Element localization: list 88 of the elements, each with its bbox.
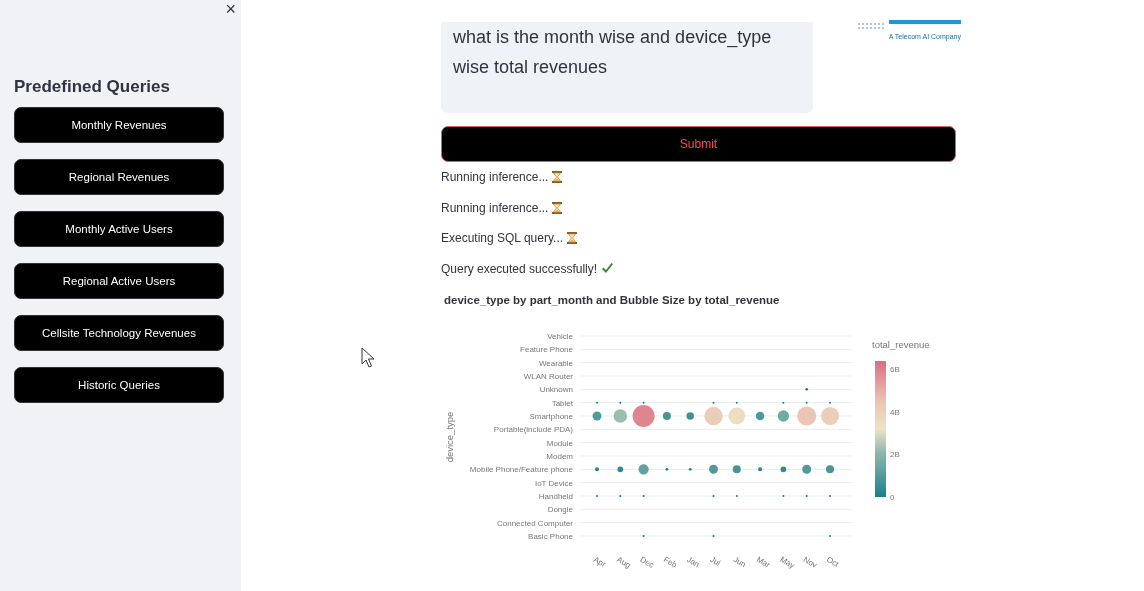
axis-label: Jun <box>731 554 748 570</box>
axis-label: Unknown <box>539 385 573 395</box>
check-icon <box>601 263 615 275</box>
bubble <box>820 406 840 426</box>
status-text: Query executed successfully! <box>441 261 598 276</box>
axis-label: Feature Phone <box>520 345 573 355</box>
bubble <box>595 467 599 472</box>
axis-label: Feb <box>661 554 679 570</box>
axis-label: IoT Device <box>534 478 573 488</box>
submit-button[interactable]: Submit <box>441 126 956 162</box>
bubble <box>802 464 812 474</box>
bubble <box>826 465 834 474</box>
axis-label: Handheld <box>538 491 573 501</box>
bubble <box>782 494 785 497</box>
status-text: Executing SQL query... <box>441 231 564 246</box>
bubble <box>735 494 738 497</box>
bubble <box>712 534 715 537</box>
axis-label: Connected Computer <box>496 518 573 528</box>
axis-label: Mobile Phone/Feature phone <box>469 465 573 475</box>
chart-title: device_type by part_month and Bubble Size by total_revenue <box>444 294 781 306</box>
bubble <box>712 494 715 497</box>
bubble <box>704 406 723 426</box>
bubble <box>805 401 808 404</box>
axis-label: Oct <box>825 554 841 569</box>
colorbar-label: 4B <box>890 407 900 417</box>
status-text: Running inference... <box>441 170 549 185</box>
hourglass-icon <box>552 201 563 214</box>
bubble <box>662 411 671 420</box>
colorbar-title: total_revenue <box>872 339 930 350</box>
axis-label: May <box>778 554 796 570</box>
bubble <box>758 467 763 472</box>
bubble <box>805 387 809 391</box>
axis-label: Aug <box>615 554 633 570</box>
axis-label: Basic Phone <box>528 531 573 541</box>
bubble <box>619 401 622 404</box>
axis-title: device_type <box>444 411 455 463</box>
query-input[interactable]: what is the month wise and device_type wise total revenues <box>441 22 813 113</box>
axis-label: Nov <box>801 554 819 570</box>
axis-label: Jul <box>708 554 722 568</box>
bubble <box>688 467 692 471</box>
colorbar-label: 6B <box>890 365 900 374</box>
status-text: Running inference... <box>441 200 549 215</box>
axis-label: Vehicle <box>547 332 573 341</box>
bubble <box>686 412 694 420</box>
bubble <box>728 407 746 425</box>
bubble <box>797 406 817 426</box>
bubble <box>709 464 718 474</box>
hourglass-icon <box>552 171 563 184</box>
axis-label: Modem <box>546 451 573 461</box>
bubble <box>642 534 645 537</box>
axis-label: Module <box>546 438 573 448</box>
cursor-icon <box>361 347 375 369</box>
query-button[interactable]: Cellsite Technology Revenues <box>14 315 224 351</box>
axis-label: Dongle <box>547 505 573 515</box>
axis-label: Mar <box>755 554 772 570</box>
bubble <box>613 409 628 423</box>
colorbar-label: 2B <box>890 450 900 460</box>
bubble <box>735 401 738 404</box>
bubble <box>665 467 669 471</box>
bubble <box>755 411 765 421</box>
logo-icon <box>857 20 961 32</box>
axis-label: Wearable <box>538 358 573 368</box>
axis-label: Smartphone <box>529 412 573 421</box>
axis-label: WLAN Router <box>523 372 573 381</box>
query-button[interactable]: Monthly Active Users <box>14 211 224 247</box>
axis-label: Portable(include PDA) <box>493 425 573 435</box>
close-button[interactable]: × <box>225 0 236 18</box>
bubble <box>619 494 622 497</box>
query-button[interactable]: Historic Queries <box>14 367 224 403</box>
axis-label: Dec <box>638 554 656 570</box>
axis-label: Apr <box>592 554 608 569</box>
colorbar-label: 0 <box>890 493 895 502</box>
sidebar-title: Predefined Queries <box>14 77 171 97</box>
bubble <box>732 465 741 474</box>
bubble <box>642 494 645 497</box>
bubble <box>777 410 790 422</box>
query-button[interactable]: Regional Revenues <box>14 159 224 195</box>
axis-label: Tablet <box>551 398 573 408</box>
axis-label: Jan <box>685 554 701 570</box>
bubble <box>782 401 785 404</box>
bubble <box>638 464 649 475</box>
bubble <box>712 401 715 404</box>
query-button[interactable]: Regional Active Users <box>14 263 224 299</box>
hourglass-icon <box>567 232 578 245</box>
bubble <box>805 494 808 497</box>
bubble <box>617 466 624 473</box>
query-button[interactable]: Monthly Revenues <box>14 107 224 143</box>
bubble <box>780 466 787 473</box>
